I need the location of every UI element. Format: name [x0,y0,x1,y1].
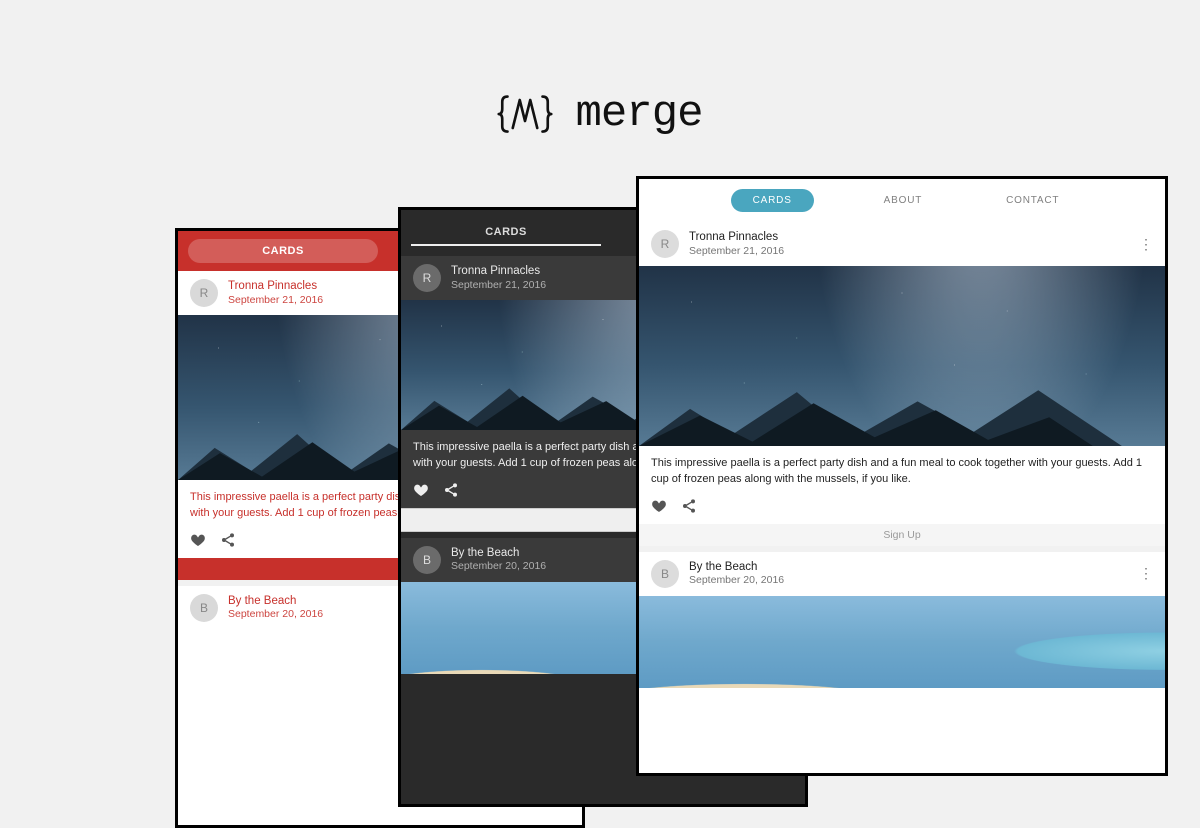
card-date: September 20, 2016 [689,574,784,586]
card-title: Tronna Pinnacles [228,280,323,293]
card-header: R Tronna Pinnacles September 21, 2016 ⋮ [639,222,1165,266]
card-date: September 21, 2016 [689,245,784,257]
card-date: September 21, 2016 [451,279,546,291]
preview-frame-light: CARDS ABOUT CONTACT R Tronna Pinnacles S… [636,176,1168,776]
avatar: B [651,560,679,588]
share-icon[interactable] [681,498,697,514]
heart-icon[interactable] [413,482,429,498]
card-title: By the Beach [689,561,784,574]
card-date: September 20, 2016 [451,560,546,572]
share-icon[interactable] [220,532,236,548]
card-title: Tronna Pinnacles [451,265,546,278]
tab-cards[interactable]: CARDS [411,220,601,246]
avatar: B [413,546,441,574]
card-hero-image [639,596,1165,688]
card-header: B By the Beach September 20, 2016 ⋮ [639,552,1165,596]
card-date: September 20, 2016 [228,608,323,620]
heart-icon[interactable] [651,498,667,514]
card-date: September 21, 2016 [228,294,323,306]
card-title: By the Beach [451,547,546,560]
card-title: By the Beach [228,595,323,608]
avatar: R [413,264,441,292]
avatar: B [190,594,218,622]
card-title: Tronna Pinnacles [689,231,784,244]
more-icon[interactable]: ⋮ [1139,565,1153,582]
signup-bar[interactable]: Sign Up [639,524,1165,546]
more-icon[interactable]: ⋮ [1139,236,1153,253]
tab-about[interactable]: ABOUT [870,189,936,212]
tab-cards[interactable]: CARDS [188,239,378,263]
card-actions [639,492,1165,524]
tab-cards[interactable]: CARDS [731,189,814,212]
share-icon[interactable] [443,482,459,498]
tab-bar: CARDS ABOUT CONTACT [639,179,1165,222]
tab-contact[interactable]: CONTACT [992,189,1073,212]
heart-icon[interactable] [190,532,206,548]
avatar: R [190,279,218,307]
card-hero-image [639,266,1165,446]
avatar: R [651,230,679,258]
card-description: This impressive paella is a perfect part… [639,446,1165,492]
